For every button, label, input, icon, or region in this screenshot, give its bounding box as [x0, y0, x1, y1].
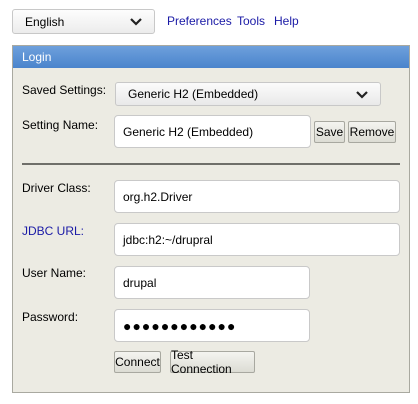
chevron-down-icon [130, 18, 142, 26]
test-connection-button[interactable]: Test Connection [170, 348, 255, 376]
jdbc-url-link[interactable]: JDBC URL: [22, 224, 84, 238]
password-label: Password: [22, 310, 79, 324]
divider [22, 163, 400, 165]
saved-settings-select[interactable]: Generic H2 (Embedded) [115, 82, 381, 106]
chevron-down-icon [356, 91, 368, 99]
tools-link[interactable]: Tools [237, 14, 265, 28]
remove-button[interactable]: Remove [348, 121, 396, 143]
preferences-link[interactable]: Preferences [167, 14, 232, 28]
setting-name-input[interactable]: Generic H2 (Embedded) [114, 115, 311, 148]
driver-class-label: Driver Class: [22, 181, 91, 195]
user-name-label: User Name: [22, 266, 87, 280]
save-button[interactable]: Save [314, 121, 345, 143]
saved-settings-label: Saved Settings: [22, 83, 107, 97]
jdbc-url-input[interactable]: jdbc:h2:~/drupral [114, 223, 400, 256]
password-input[interactable]: ●●●●●●●●●●●● [114, 309, 310, 342]
driver-class-input[interactable]: org.h2.Driver [114, 180, 400, 213]
help-link[interactable]: Help [274, 14, 299, 28]
saved-settings-value: Generic H2 (Embedded) [128, 87, 259, 101]
connect-button[interactable]: Connect [114, 351, 161, 373]
login-panel: Login Saved Settings: Generic H2 (Embedd… [12, 45, 410, 393]
language-select-value: English [25, 14, 65, 29]
language-select[interactable]: English [12, 9, 155, 34]
user-name-input[interactable]: drupal [114, 266, 310, 299]
setting-name-label: Setting Name: [22, 118, 99, 132]
panel-title: Login [13, 46, 409, 68]
